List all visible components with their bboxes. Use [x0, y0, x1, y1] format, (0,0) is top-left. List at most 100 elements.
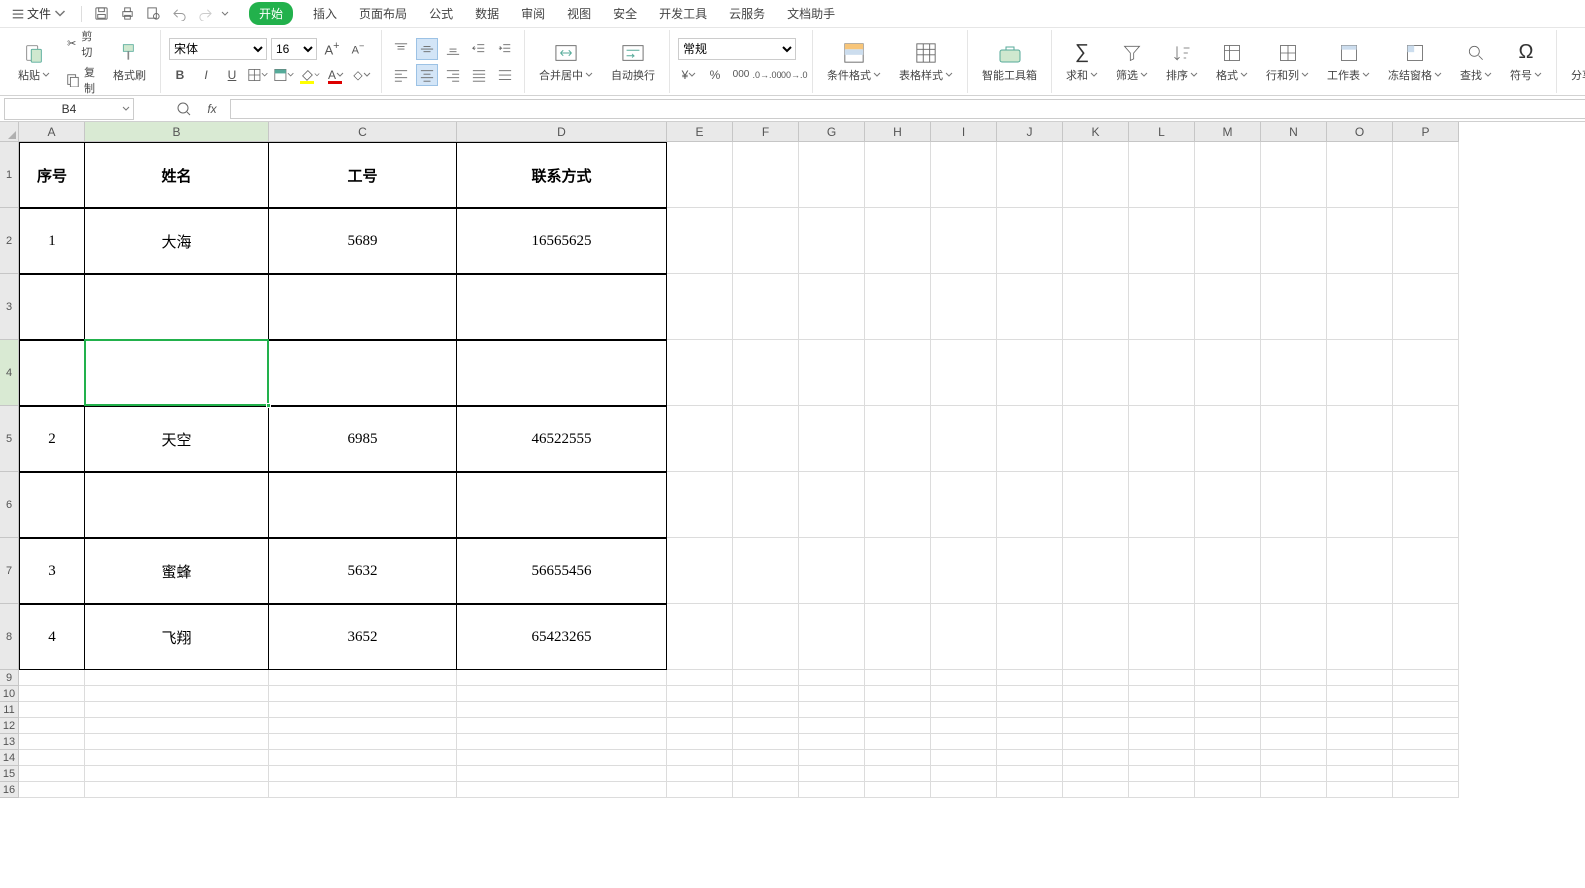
- align-top-button[interactable]: [390, 38, 412, 60]
- cell-N3[interactable]: [1261, 274, 1327, 340]
- bold-button[interactable]: B: [169, 64, 191, 86]
- cell-E7[interactable]: [667, 538, 733, 604]
- cell-K15[interactable]: [1063, 766, 1129, 782]
- cell-A9[interactable]: [19, 670, 85, 686]
- col-header-L[interactable]: L: [1129, 122, 1195, 142]
- cell-J14[interactable]: [997, 750, 1063, 766]
- cell-E5[interactable]: [667, 406, 733, 472]
- currency-button[interactable]: ¥: [678, 64, 700, 86]
- cell-N11[interactable]: [1261, 702, 1327, 718]
- cell-G4[interactable]: [799, 340, 865, 406]
- table-style-button[interactable]: 表格样式: [893, 39, 959, 85]
- redo-button[interactable]: [195, 4, 215, 24]
- cell-I14[interactable]: [931, 750, 997, 766]
- row-header-4[interactable]: 4: [0, 340, 19, 406]
- cell-D7[interactable]: 56655456: [457, 538, 667, 604]
- cell-P10[interactable]: [1393, 686, 1459, 702]
- font-size-select[interactable]: 16: [271, 38, 317, 60]
- row-header-10[interactable]: 10: [0, 686, 19, 702]
- sum-button[interactable]: ∑ 求和: [1060, 39, 1104, 85]
- cell-O15[interactable]: [1327, 766, 1393, 782]
- cell-I13[interactable]: [931, 734, 997, 750]
- cell-K4[interactable]: [1063, 340, 1129, 406]
- cell-P2[interactable]: [1393, 208, 1459, 274]
- col-header-B[interactable]: B: [85, 122, 269, 142]
- smart-toolbox-button[interactable]: 智能工具箱: [976, 39, 1043, 85]
- sort-button[interactable]: 排序: [1160, 39, 1204, 85]
- cell-G15[interactable]: [799, 766, 865, 782]
- number-format-select[interactable]: 常规: [678, 38, 796, 60]
- cell-C10[interactable]: [269, 686, 457, 702]
- cell-I9[interactable]: [931, 670, 997, 686]
- cell-P14[interactable]: [1393, 750, 1459, 766]
- cell-B12[interactable]: [85, 718, 269, 734]
- cell-M13[interactable]: [1195, 734, 1261, 750]
- tab-view[interactable]: 视图: [565, 1, 593, 26]
- cell-A1[interactable]: 序号: [19, 142, 85, 208]
- cell-H6[interactable]: [865, 472, 931, 538]
- cell-P8[interactable]: [1393, 604, 1459, 670]
- row-header-15[interactable]: 15: [0, 766, 19, 782]
- cell-J10[interactable]: [997, 686, 1063, 702]
- cell-A6[interactable]: [19, 472, 85, 538]
- cell-L15[interactable]: [1129, 766, 1195, 782]
- cell-F13[interactable]: [733, 734, 799, 750]
- cell-M3[interactable]: [1195, 274, 1261, 340]
- cell-D4[interactable]: [457, 340, 667, 406]
- cell-G13[interactable]: [799, 734, 865, 750]
- cell-N16[interactable]: [1261, 782, 1327, 798]
- cell-B7[interactable]: 蜜蜂: [85, 538, 269, 604]
- row-header-6[interactable]: 6: [0, 472, 19, 538]
- cell-A8[interactable]: 4: [19, 604, 85, 670]
- cell-J6[interactable]: [997, 472, 1063, 538]
- cell-E9[interactable]: [667, 670, 733, 686]
- cell-K16[interactable]: [1063, 782, 1129, 798]
- cell-H11[interactable]: [865, 702, 931, 718]
- col-header-J[interactable]: J: [997, 122, 1063, 142]
- cell-M5[interactable]: [1195, 406, 1261, 472]
- cut-button[interactable]: ✂剪切: [62, 27, 101, 61]
- cell-O13[interactable]: [1327, 734, 1393, 750]
- share-button[interactable]: 分享文档: [1565, 39, 1585, 85]
- cell-D3[interactable]: [457, 274, 667, 340]
- cell-N9[interactable]: [1261, 670, 1327, 686]
- format-painter-button[interactable]: 格式刷: [107, 39, 152, 85]
- cell-C4[interactable]: [269, 340, 457, 406]
- zoom-formula-button[interactable]: [174, 99, 194, 119]
- cell-F10[interactable]: [733, 686, 799, 702]
- cell-E15[interactable]: [667, 766, 733, 782]
- cell-O9[interactable]: [1327, 670, 1393, 686]
- cell-M14[interactable]: [1195, 750, 1261, 766]
- cell-A2[interactable]: 1: [19, 208, 85, 274]
- cell-A10[interactable]: [19, 686, 85, 702]
- cell-K14[interactable]: [1063, 750, 1129, 766]
- cell-L3[interactable]: [1129, 274, 1195, 340]
- cell-D5[interactable]: 46522555: [457, 406, 667, 472]
- cell-G14[interactable]: [799, 750, 865, 766]
- cell-P15[interactable]: [1393, 766, 1459, 782]
- cell-F14[interactable]: [733, 750, 799, 766]
- col-header-I[interactable]: I: [931, 122, 997, 142]
- worksheet-button[interactable]: 工作表: [1321, 39, 1376, 85]
- col-header-D[interactable]: D: [457, 122, 667, 142]
- col-header-F[interactable]: F: [733, 122, 799, 142]
- cell-H16[interactable]: [865, 782, 931, 798]
- cell-L12[interactable]: [1129, 718, 1195, 734]
- cell-L2[interactable]: [1129, 208, 1195, 274]
- cell-G2[interactable]: [799, 208, 865, 274]
- cell-K8[interactable]: [1063, 604, 1129, 670]
- cell-L11[interactable]: [1129, 702, 1195, 718]
- cell-E12[interactable]: [667, 718, 733, 734]
- cell-F3[interactable]: [733, 274, 799, 340]
- cell-J1[interactable]: [997, 142, 1063, 208]
- percent-button[interactable]: %: [704, 64, 726, 86]
- cell-G5[interactable]: [799, 406, 865, 472]
- cell-C15[interactable]: [269, 766, 457, 782]
- cell-A4[interactable]: [19, 340, 85, 406]
- cell-N15[interactable]: [1261, 766, 1327, 782]
- cell-E14[interactable]: [667, 750, 733, 766]
- align-middle-button[interactable]: [416, 38, 438, 60]
- cell-N6[interactable]: [1261, 472, 1327, 538]
- tab-insert[interactable]: 插入: [311, 1, 339, 26]
- cell-N10[interactable]: [1261, 686, 1327, 702]
